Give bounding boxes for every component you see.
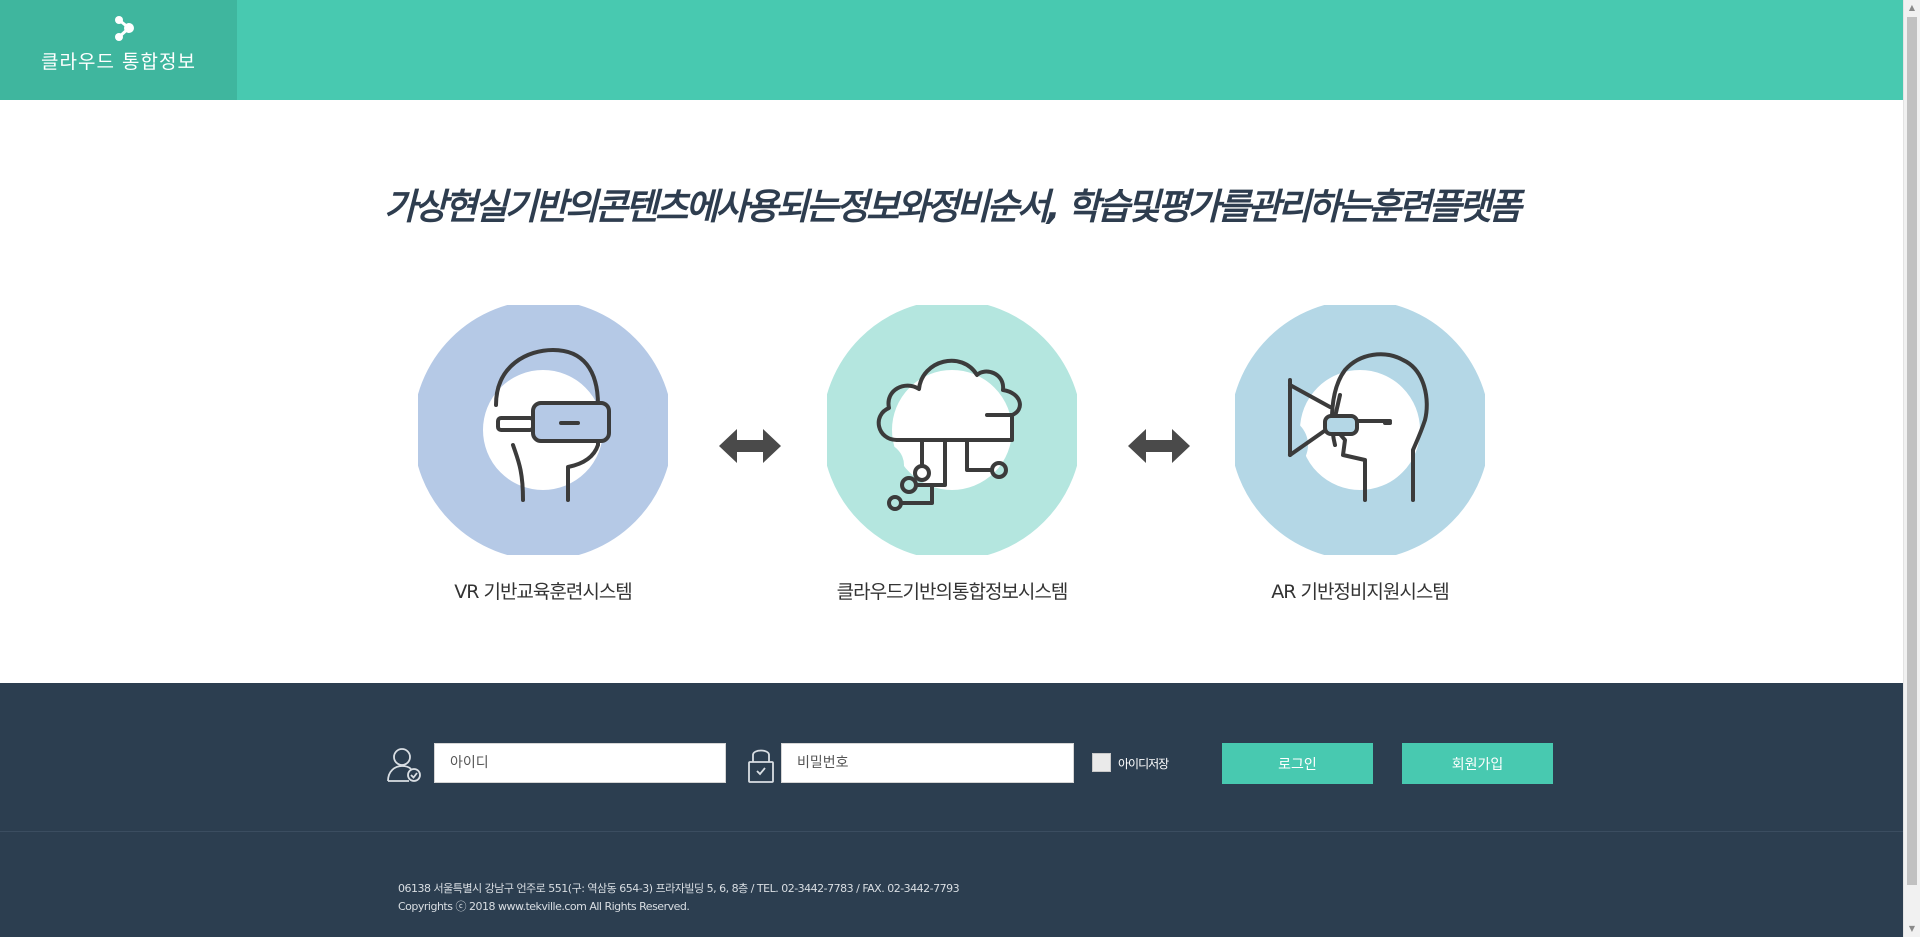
save-id-checkbox[interactable] <box>1092 753 1111 772</box>
logo[interactable]: 클라우드 통합정보 <box>0 0 237 100</box>
double-arrow-icon <box>715 425 785 467</box>
feature-ar: AR 기반정비지원시스템 <box>1220 305 1500 615</box>
ar-glasses-icon <box>1235 305 1485 555</box>
page-headline: 가상현실기반의콘텐츠에사용되는정보와정비순서, 학습및평가를관리하는훈련플랫폼 <box>384 187 1522 228</box>
feature-label-ar: AR 기반정비지원시스템 <box>1271 581 1450 603</box>
scrollbar[interactable]: ▲ ▼ <box>1903 0 1920 937</box>
password-input[interactable] <box>781 743 1074 783</box>
feature-vr: VR 기반교육훈련시스템 <box>403 305 683 615</box>
signup-button[interactable]: 회원가입 <box>1402 743 1553 784</box>
feature-cloud: 클라우드기반의통합정보시스템 <box>812 305 1092 615</box>
logo-icon <box>115 16 134 41</box>
user-id-input[interactable] <box>434 743 726 783</box>
header-bar: 클라우드 통합정보 <box>0 0 1903 100</box>
scrollbar-thumb[interactable] <box>1907 17 1917 885</box>
scroll-down-arrow-icon[interactable]: ▼ <box>1904 921 1920 937</box>
site-title: 클라우드 통합정보 <box>41 51 196 73</box>
footer-copyright: Copyrights ⓒ 2018 www.tekville.com All R… <box>398 900 690 913</box>
login-button[interactable]: 로그인 <box>1222 743 1373 784</box>
feature-label-vr: VR 기반교육훈련시스템 <box>454 581 633 603</box>
feature-label-cloud: 클라우드기반의통합정보시스템 <box>836 581 1069 603</box>
footer-address: 06138 서울특별시 강남구 언주로 551(구: 역삼동 654-3) 프라… <box>398 882 960 895</box>
scroll-up-arrow-icon[interactable]: ▲ <box>1904 0 1920 16</box>
double-arrow-icon <box>1124 425 1194 467</box>
vr-headset-icon <box>418 305 668 555</box>
user-icon <box>387 748 421 782</box>
lock-icon <box>748 749 774 783</box>
save-id-label[interactable]: 아이디저장 <box>1118 755 1169 772</box>
cloud-network-icon <box>827 305 1077 555</box>
